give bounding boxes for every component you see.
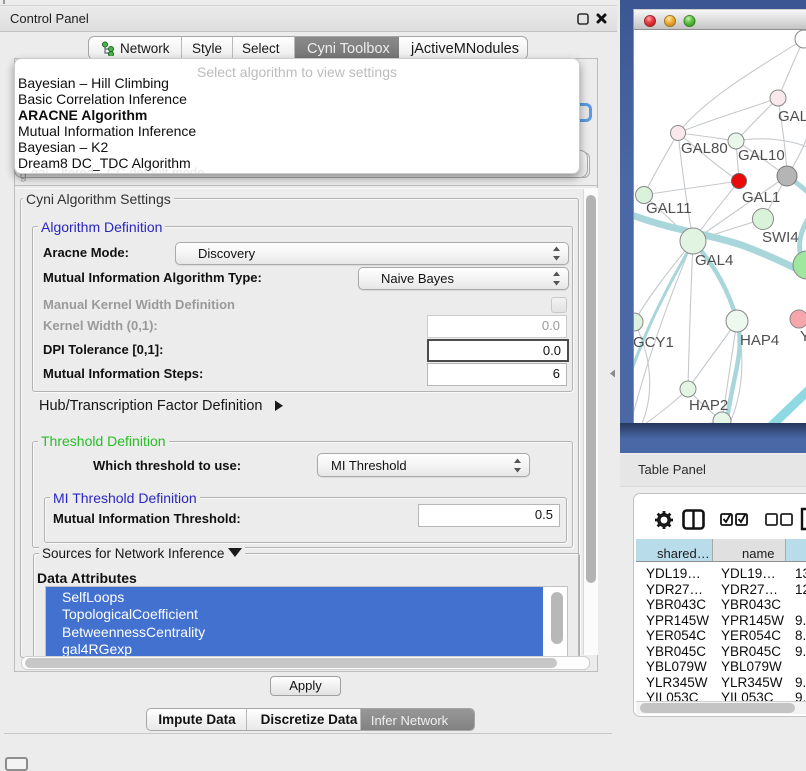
svg-text:HAP4: HAP4 [740, 332, 779, 349]
svg-text:GAL: GAL [778, 108, 806, 125]
svg-text:Y: Y [800, 328, 806, 345]
svg-text:GAL4: GAL4 [695, 252, 733, 269]
svg-text:GAL10: GAL10 [738, 147, 785, 164]
svg-text:GAL11: GAL11 [646, 200, 692, 217]
svg-text:GAL80: GAL80 [681, 140, 728, 157]
svg-text:GCY1: GCY1 [634, 334, 674, 351]
svg-text:HAP2: HAP2 [689, 397, 728, 414]
svg-text:SWI4: SWI4 [762, 229, 799, 246]
svg-text:GAL1: GAL1 [742, 189, 780, 206]
